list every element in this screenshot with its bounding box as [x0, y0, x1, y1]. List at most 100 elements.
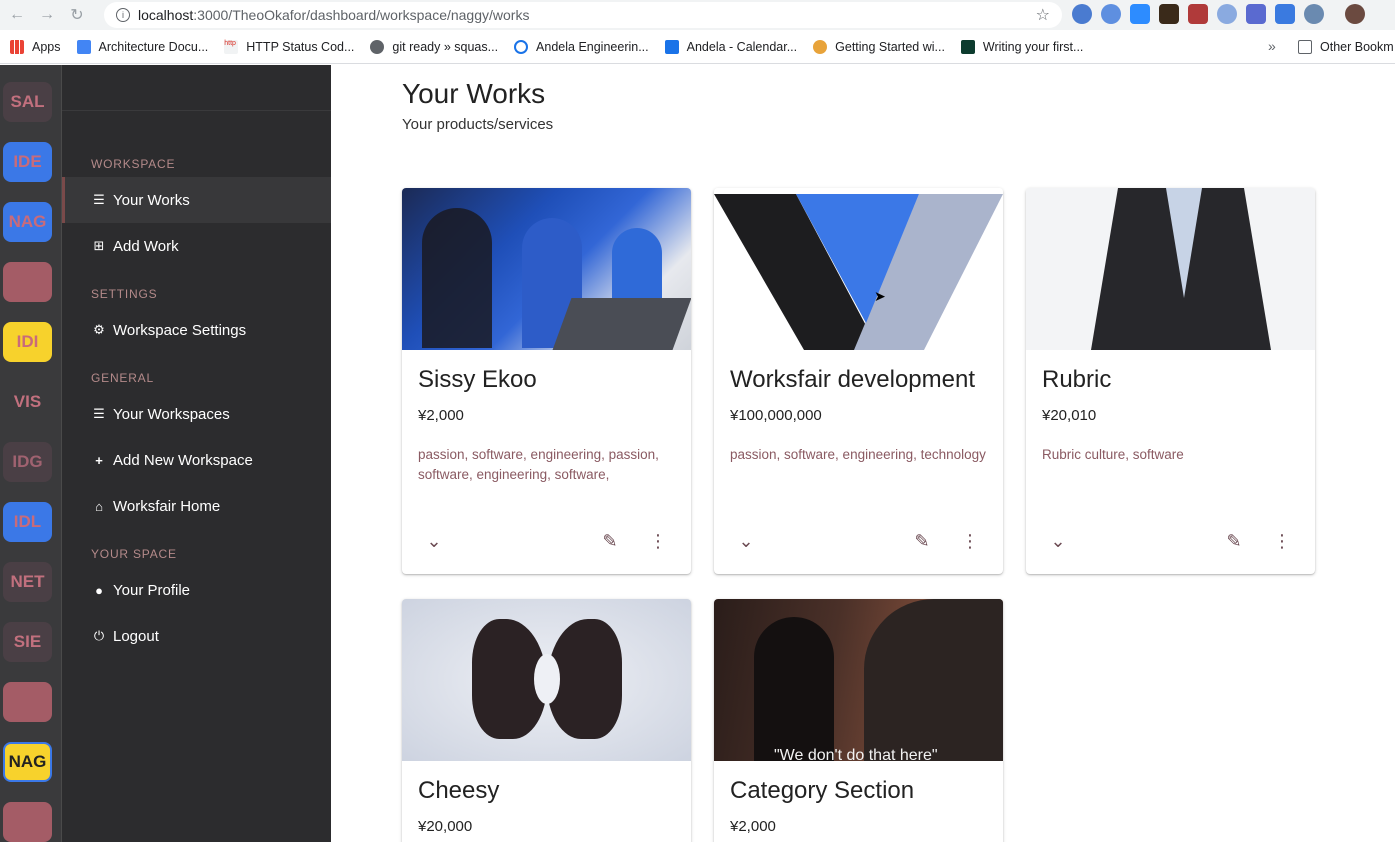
- card-image[interactable]: [1026, 188, 1315, 350]
- work-card: Sissy Ekoo ¥2,000 passion, software, eng…: [402, 188, 691, 574]
- workspace-tile[interactable]: NAG: [3, 202, 52, 242]
- section-your-space: YOUR SPACE: [91, 547, 177, 561]
- workspace-rail: SAL IDE NAG IDI VIS IDG IDL NET SIE NAG: [0, 65, 62, 842]
- http-icon: http: [224, 39, 239, 54]
- sidebar-item-your-profile[interactable]: ● Your Profile: [62, 567, 331, 613]
- django-icon: [960, 39, 975, 54]
- expand-chevron-icon[interactable]: ⌄: [419, 526, 449, 556]
- card-tags: passion, software, engineering, passion,…: [418, 447, 659, 482]
- extension-icon[interactable]: [1101, 4, 1121, 24]
- section-settings: SETTINGS: [91, 287, 158, 301]
- edit-pencil-icon[interactable]: ✎: [595, 526, 625, 556]
- card-image[interactable]: [402, 188, 691, 350]
- workspace-tile[interactable]: IDE: [3, 142, 52, 182]
- bookmark-getting-started[interactable]: Getting Started wi...: [813, 39, 945, 54]
- mouse-cursor-icon: ➤: [874, 288, 886, 304]
- other-bookmarks[interactable]: Other Bookm: [1298, 40, 1394, 54]
- person-figure: [754, 617, 834, 761]
- bookmark-label: Andela Engineerin...: [536, 39, 649, 54]
- extension-icon[interactable]: [1304, 4, 1324, 24]
- sidebar-item-worksfair-home[interactable]: ⌂ Worksfair Home: [62, 483, 331, 529]
- card-tags: passion, software, engineering, technolo…: [730, 447, 986, 462]
- workspace-tile[interactable]: [3, 262, 52, 302]
- bookmark-andela-calendar[interactable]: Andela - Calendar...: [664, 39, 797, 54]
- extension-icon[interactable]: [1275, 4, 1295, 24]
- extension-icon[interactable]: [1217, 4, 1237, 24]
- sidebar-item-your-workspaces[interactable]: ☰ Your Workspaces: [62, 391, 331, 437]
- card-tags: Rubric culture, software: [1042, 447, 1184, 462]
- card-title: Sissy Ekoo: [418, 366, 537, 393]
- bookmark-writing-first[interactable]: Writing your first...: [960, 39, 1084, 54]
- workspace-tile[interactable]: SIE: [3, 622, 52, 662]
- card-title: Worksfair development: [730, 366, 975, 393]
- docs-icon: [76, 39, 91, 54]
- bookmarks-more-button[interactable]: »: [1268, 38, 1276, 54]
- workspace-tile[interactable]: SAL: [3, 82, 52, 122]
- edit-pencil-icon[interactable]: ✎: [1219, 526, 1249, 556]
- workspace-tile[interactable]: IDG: [3, 442, 52, 482]
- sidebar-item-logout[interactable]: ⏻ Logout: [62, 613, 331, 659]
- workspace-tile[interactable]: IDL: [3, 502, 52, 542]
- forward-icon[interactable]: →: [34, 2, 60, 28]
- card-title: Category Section: [730, 777, 915, 804]
- card-price: ¥20,000: [418, 818, 473, 835]
- edit-pencil-icon[interactable]: ✎: [907, 526, 937, 556]
- bookmark-label: Apps: [32, 39, 61, 54]
- zoom-extension-icon[interactable]: [1130, 4, 1150, 24]
- expand-chevron-icon[interactable]: ⌄: [1043, 526, 1073, 556]
- profile-avatar[interactable]: [1345, 4, 1365, 24]
- pen-extension-icon[interactable]: [1246, 4, 1266, 24]
- bookmark-git-ready[interactable]: git ready » squas...: [370, 39, 498, 54]
- card-price: ¥2,000: [730, 818, 776, 835]
- getting-started-icon: [813, 39, 828, 54]
- back-icon[interactable]: ←: [4, 2, 30, 28]
- sidebar-item-label: Logout: [113, 627, 159, 645]
- sidebar-item-label: Your Workspaces: [113, 405, 230, 423]
- more-vert-icon[interactable]: ⋮: [1267, 526, 1297, 556]
- card-image[interactable]: [402, 599, 691, 761]
- url-host: localhost: [138, 7, 194, 23]
- bookmark-http-status[interactable]: http HTTP Status Cod...: [224, 39, 354, 54]
- sidebar-item-add-new-workspace[interactable]: + Add New Workspace: [62, 437, 331, 483]
- sidebar-item-add-work[interactable]: ⊞ Add Work: [62, 223, 331, 269]
- workspace-tile[interactable]: NAG: [3, 742, 52, 782]
- bookmark-andela-engineering[interactable]: Andela Engineerin...: [514, 39, 649, 54]
- expand-chevron-icon[interactable]: ⌄: [731, 526, 761, 556]
- bookmark-label: Writing your first...: [982, 39, 1084, 54]
- card-title: Cheesy: [418, 777, 500, 804]
- bookmark-apps[interactable]: Apps: [10, 39, 61, 54]
- card-price: ¥20,010: [1042, 407, 1097, 424]
- extension-icon[interactable]: [1072, 4, 1092, 24]
- card-image[interactable]: "We don't do that here": [714, 599, 1003, 761]
- apps-grid-icon: [10, 39, 24, 54]
- person-figure: [422, 208, 492, 348]
- work-card: "We don't do that here" Category Section…: [714, 599, 1003, 842]
- info-icon[interactable]: i: [116, 8, 130, 22]
- person-figure: [864, 599, 1003, 761]
- bookmark-architecture-docu[interactable]: Architecture Docu...: [76, 39, 208, 54]
- andela-icon: [514, 39, 529, 54]
- folder-icon: [1298, 40, 1312, 54]
- workspace-tile[interactable]: [3, 802, 52, 842]
- bookmarks-bar: Apps Architecture Docu... http HTTP Stat…: [0, 30, 1395, 64]
- bookmark-label: Getting Started wi...: [835, 39, 945, 54]
- work-card: Rubric ¥20,010 Rubric culture, software …: [1026, 188, 1315, 574]
- address-bar[interactable]: i localhost:3000/TheoOkafor/dashboard/wo…: [104, 2, 1062, 28]
- main-content: Your Works Your products/services Sissy …: [331, 65, 1395, 842]
- bookmark-star-icon[interactable]: ☆: [1036, 5, 1050, 25]
- extension-icon[interactable]: [1188, 4, 1208, 24]
- more-vert-icon[interactable]: ⋮: [643, 526, 673, 556]
- sidebar-item-label: Add Work: [113, 237, 179, 255]
- extension-icon[interactable]: [1159, 4, 1179, 24]
- sidebar-item-workspace-settings[interactable]: ⚙ Workspace Settings: [62, 307, 331, 353]
- plus-square-icon: ⊞: [93, 238, 105, 253]
- reload-icon[interactable]: ↻: [64, 2, 90, 28]
- card-image[interactable]: ➤: [714, 188, 1003, 350]
- more-vert-icon[interactable]: ⋮: [955, 526, 985, 556]
- workspace-tile[interactable]: NET: [3, 562, 52, 602]
- workspace-tile[interactable]: VIS: [3, 382, 52, 422]
- workspace-tile[interactable]: [3, 682, 52, 722]
- sidebar-item-your-works[interactable]: ☰ Your Works: [62, 177, 331, 223]
- workspace-tile[interactable]: IDI: [3, 322, 52, 362]
- home-icon: ⌂: [95, 498, 103, 514]
